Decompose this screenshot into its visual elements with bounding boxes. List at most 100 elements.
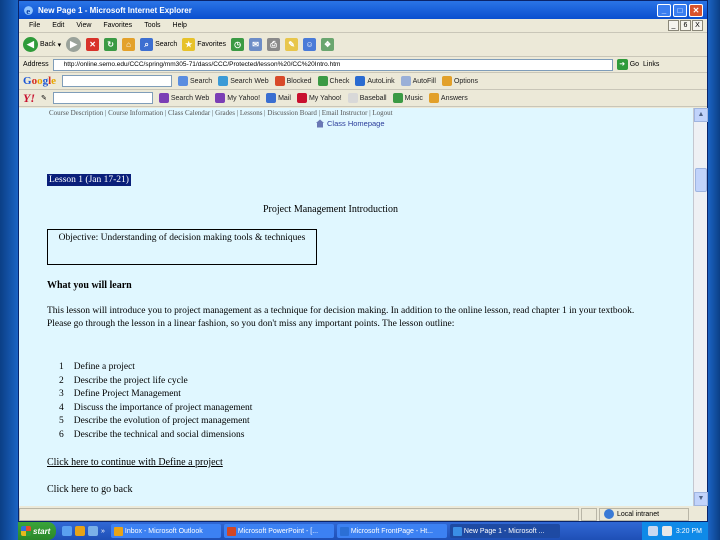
page-content: Course Description | Course Information … [19,108,693,506]
favorites-button[interactable]: ★ Favorites [182,38,226,51]
class-homepage-link[interactable]: Class Homepage [315,119,385,128]
status-zone: Local intranet [599,507,689,521]
options-icon [441,76,452,86]
search-button[interactable]: ⌕ Search [140,38,177,51]
google-spellcheck[interactable]: Check [317,76,349,86]
taskbar-item-outlook[interactable]: Inbox - Microsoft Outlook [110,524,221,538]
taskbar-item-powerpoint[interactable]: Microsoft PowerPoint - [... [223,524,334,538]
maximize-button[interactable]: □ [673,3,687,17]
edit-icon[interactable]: ✎ [285,38,299,51]
yahoo-answers[interactable]: Answers [428,93,468,103]
print-icon[interactable]: ⎙ [267,38,281,51]
scroll-up-button[interactable]: ▲ [694,108,708,122]
messenger-icon[interactable]: ☺ [303,38,317,51]
menu-view[interactable]: View [76,22,91,29]
star-icon: ★ [182,38,196,51]
slide-right-border [708,0,720,540]
doc-restore-button[interactable]: 6 [680,20,691,31]
yahoo-music[interactable]: Music [392,93,423,103]
go-back-link[interactable]: Click here to go back [47,484,133,495]
google-search-input[interactable] [62,75,173,87]
refresh-icon[interactable]: ↻ [104,38,118,51]
research-icon[interactable]: ❖ [321,38,335,51]
pencil-icon[interactable]: ✎ [41,94,47,102]
go-label: Go [629,61,640,68]
title-bar[interactable]: e New Page 1 - Microsoft Internet Explor… [19,1,707,19]
home-icon [316,119,324,128]
mail-icon[interactable]: ✉ [249,38,263,51]
google-autolink[interactable]: AutoLink [355,76,395,86]
scroll-thumb[interactable] [695,168,707,192]
vertical-scrollbar[interactable]: ▲ ▼ [693,108,708,506]
outlook-icon [113,526,123,536]
status-bar: Local intranet [19,506,707,522]
check-icon [317,76,328,86]
search-icon [158,93,169,103]
continue-link[interactable]: Click here to continue with Define a pro… [47,457,223,468]
google-search-button[interactable]: Search [178,76,212,86]
objective-box: Objective: Understanding of decision mak… [47,229,317,265]
ie-icon[interactable] [62,526,72,536]
ie-icon: e [24,5,33,15]
menu-help[interactable]: Help [173,22,187,29]
scroll-down-button[interactable]: ▼ [694,492,708,506]
taskbar-item-frontpage[interactable]: Microsoft FrontPage - Ht... [336,524,447,538]
minimize-button[interactable]: _ [657,3,671,17]
close-button[interactable]: ✕ [689,3,703,17]
home-icon[interactable]: ⌂ [122,38,136,51]
history-icon[interactable]: ◷ [231,38,245,51]
yahoo-search-web[interactable]: Search Web [158,93,209,103]
google-logo[interactable]: Google [23,75,56,87]
status-lock [581,507,597,521]
list-item: 3 Define Project Management [59,389,181,399]
start-button[interactable]: start [18,522,56,540]
block-icon [274,76,285,86]
menu-file[interactable]: File [29,22,40,29]
google-autofill[interactable]: AutoFill [400,76,436,86]
address-label: Address [23,61,49,68]
links-label[interactable]: Links [643,61,659,68]
yahoo-my-yahoo[interactable]: My Yahoo! [215,93,260,103]
stop-icon[interactable]: ✕ [86,38,100,51]
google-options[interactable]: Options [441,76,478,86]
menu-tools[interactable]: Tools [144,22,160,29]
list-item: 1 Define a project [59,362,135,372]
clock[interactable]: 3:20 PM [676,528,702,535]
google-toolbar: Google Search Search Web Blocked Check A… [19,73,707,90]
yahoo-baseball[interactable]: Baseball [347,93,387,103]
chevron-right-icon[interactable]: » [101,528,105,535]
volume-icon[interactable] [661,526,672,536]
doc-close-button[interactable]: X [692,20,703,31]
ie-icon [452,526,462,536]
network-icon[interactable] [647,526,658,536]
doc-minimize-button[interactable]: _ [668,20,679,31]
intro-paragraph: This lesson will introduce you to projec… [47,306,635,329]
go-button[interactable]: ➜ Go [616,59,640,70]
zone-label: Local intranet [617,510,660,518]
music-icon [392,93,403,103]
back-button[interactable]: ◀ Back ▾ [23,37,61,52]
start-label: start [33,526,51,536]
menu-edit[interactable]: Edit [52,22,64,29]
yahoo-mail[interactable]: Mail [266,93,291,103]
address-input[interactable]: http://online.semo.edu/CCC/spring/mm305-… [52,58,613,71]
lesson-outline: 1 Define a project 2 Describe the project … [59,361,252,442]
baseball-icon [347,93,358,103]
google-search-web[interactable]: Search Web [218,76,269,86]
standard-toolbar: ◀ Back ▾ ▶ ✕ ↻ ⌂ ⌕ Search ★ Favorites ◷ … [19,33,707,57]
yahoo-logo[interactable]: Y! [23,91,35,106]
yahoo-search-input[interactable] [52,92,153,104]
search-icon [178,76,189,86]
outlook-icon[interactable] [75,526,85,536]
desktop-icon[interactable] [88,526,98,536]
search-icon: ⌕ [140,38,154,51]
window-title: New Page 1 - Microsoft Internet Explorer [38,5,192,15]
google-popup-blocker[interactable]: Blocked [274,76,312,86]
taskbar: start » Inbox - Microsoft Outlook Micros… [18,522,708,540]
menu-favorites[interactable]: Favorites [103,22,132,29]
taskbar-item-ie[interactable]: New Page 1 - Microsoft ... [449,524,560,538]
forward-arrow-icon[interactable]: ▶ [66,37,82,52]
yahoo-my-yahoo-2[interactable]: My Yahoo! [296,93,342,103]
quick-launch: » [56,526,111,536]
course-nav[interactable]: Course Description | Course Information … [49,109,689,117]
